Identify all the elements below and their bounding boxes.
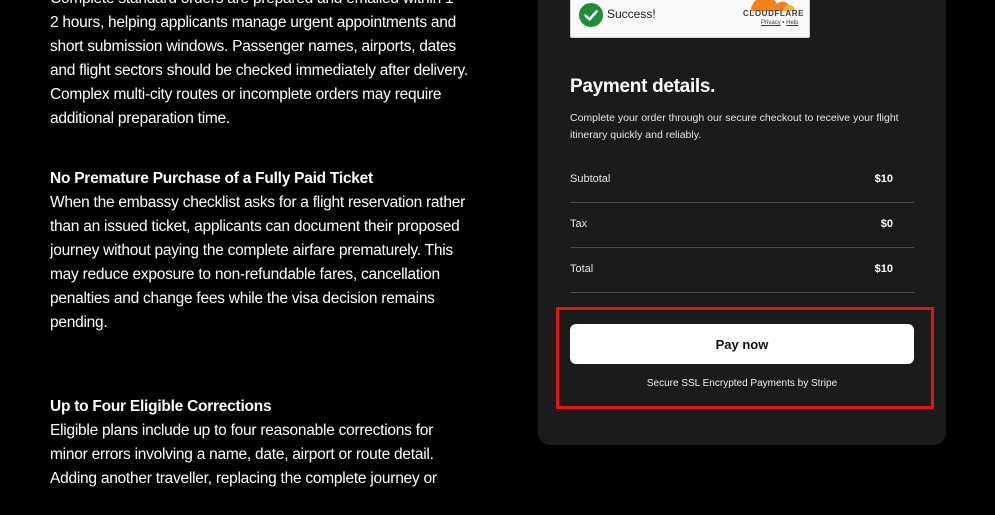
section-premature-purchase: No Premature Purchase of a Fully Paid Ti… [50, 167, 470, 335]
section-body: When the embassy checklist asks for a fl… [50, 194, 465, 331]
section-body: Eligible plans include up to four reason… [50, 422, 437, 487]
help-link[interactable]: Help [786, 20, 798, 26]
section-title: Up to Four Eligible Corrections [50, 398, 272, 415]
section-title: No Premature Purchase of a Fully Paid Ti… [50, 170, 373, 187]
summary-row-tax: Tax $0 [570, 202, 914, 248]
row-amount: $10 [874, 173, 893, 185]
captcha-widget[interactable]: Success! CLOUDFLARE Privacy • Help [570, 0, 810, 38]
link-separator: • [782, 20, 785, 26]
payment-description: Complete your order through our secure c… [570, 112, 899, 141]
pay-now-button[interactable]: Pay now [570, 324, 914, 364]
privacy-link[interactable]: Privacy [761, 20, 781, 26]
row-label: Subtotal [570, 173, 611, 185]
row-label: Total [570, 263, 594, 275]
captcha-status: Success! [607, 7, 656, 21]
row-amount: $0 [880, 218, 893, 230]
payment-title: Payment details. [570, 76, 716, 97]
info-column: Complete standard orders are prepared an… [50, 0, 470, 515]
row-label: Tax [570, 218, 588, 230]
secure-payment-note: Secure SSL Encrypted Payments by Stripe [646, 378, 838, 389]
summary-row-total: Total $10 [570, 247, 914, 293]
section-corrections: Up to Four Eligible Corrections Eligible… [50, 395, 470, 491]
captcha-links: Privacy • Help [761, 20, 798, 26]
summary-row-subtotal: Subtotal $10 [570, 157, 914, 203]
row-amount: $10 [874, 263, 893, 275]
intro-paragraph: Complete standard orders are prepared an… [50, 0, 468, 127]
captcha-provider: CLOUDFLARE [743, 9, 805, 18]
success-check-icon [579, 3, 603, 27]
